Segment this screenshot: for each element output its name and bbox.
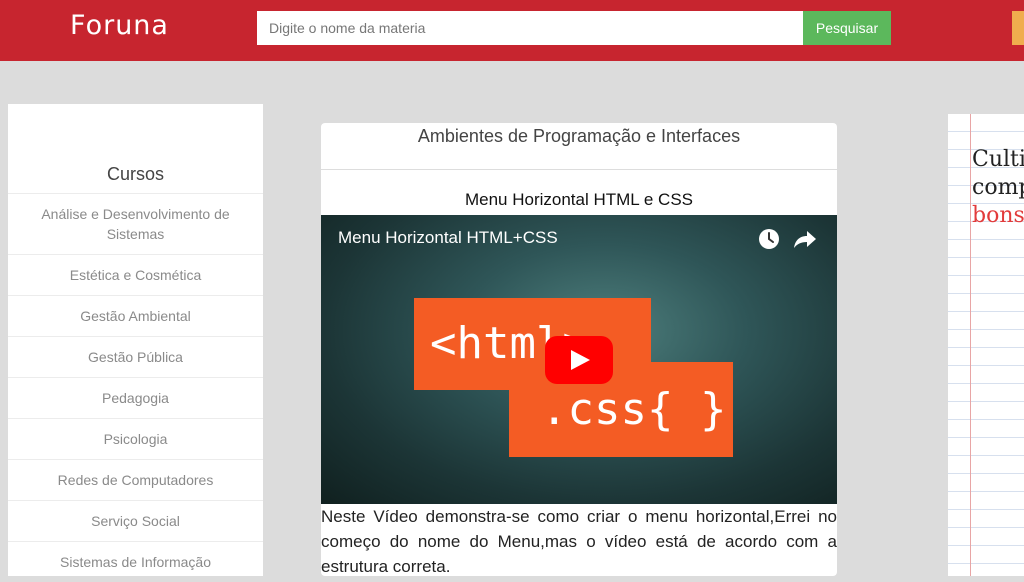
site-logo[interactable]: Foruna	[70, 10, 169, 41]
ad-line-3: bons	[972, 203, 1024, 228]
ad-text: Culti comp bons	[972, 146, 1024, 230]
top-navbar: Foruna Pesquisar	[0, 0, 1024, 61]
share-icon[interactable]	[793, 228, 817, 255]
ad-line-1: Culti	[972, 147, 1024, 172]
video-player[interactable]: Menu Horizontal HTML+CSS <html> .css{ }	[321, 215, 837, 504]
ad-line-2: comp	[972, 175, 1024, 200]
sidebar-item-estetica[interactable]: Estética e Cosmética	[8, 254, 263, 295]
thumbnail-css-label: .css{ }	[509, 362, 733, 457]
ad-banner[interactable]: Culti comp bons	[948, 114, 1024, 576]
sidebar-item-gestao-publica[interactable]: Gestão Pública	[8, 336, 263, 377]
sidebar-title: Cursos	[106, 164, 164, 184]
sidebar-item-analise[interactable]: Análise e Desenvolvimento de Sistemas	[8, 193, 263, 254]
play-icon[interactable]	[545, 336, 613, 384]
sidebar-item-redes[interactable]: Redes de Computadores	[8, 459, 263, 500]
section-title: Ambientes de Programação e Interfaces	[321, 123, 837, 170]
sidebar-item-gestao-ambiental[interactable]: Gestão Ambiental	[8, 295, 263, 336]
clock-icon[interactable]	[758, 228, 780, 255]
sidebar-item-pedagogia[interactable]: Pedagogia	[8, 377, 263, 418]
courses-sidebar: Cursos Análise e Desenvolvimento de Sist…	[8, 104, 263, 576]
search-button[interactable]: Pesquisar	[803, 11, 891, 45]
content-card: Ambientes de Programação e Interfaces Me…	[321, 123, 837, 576]
sidebar-item-servico-social[interactable]: Serviço Social	[8, 500, 263, 541]
header-extra-button[interactable]	[1012, 11, 1024, 45]
video-description: Neste Vídeo demonstra-se como criar o me…	[321, 507, 837, 576]
video-title[interactable]: Menu Horizontal HTML+CSS	[338, 228, 558, 248]
search-input[interactable]	[257, 11, 803, 45]
notebook-margin-line	[970, 114, 971, 576]
video-heading: Menu Horizontal HTML e CSS	[464, 190, 693, 209]
sidebar-item-psicologia[interactable]: Psicologia	[8, 418, 263, 459]
